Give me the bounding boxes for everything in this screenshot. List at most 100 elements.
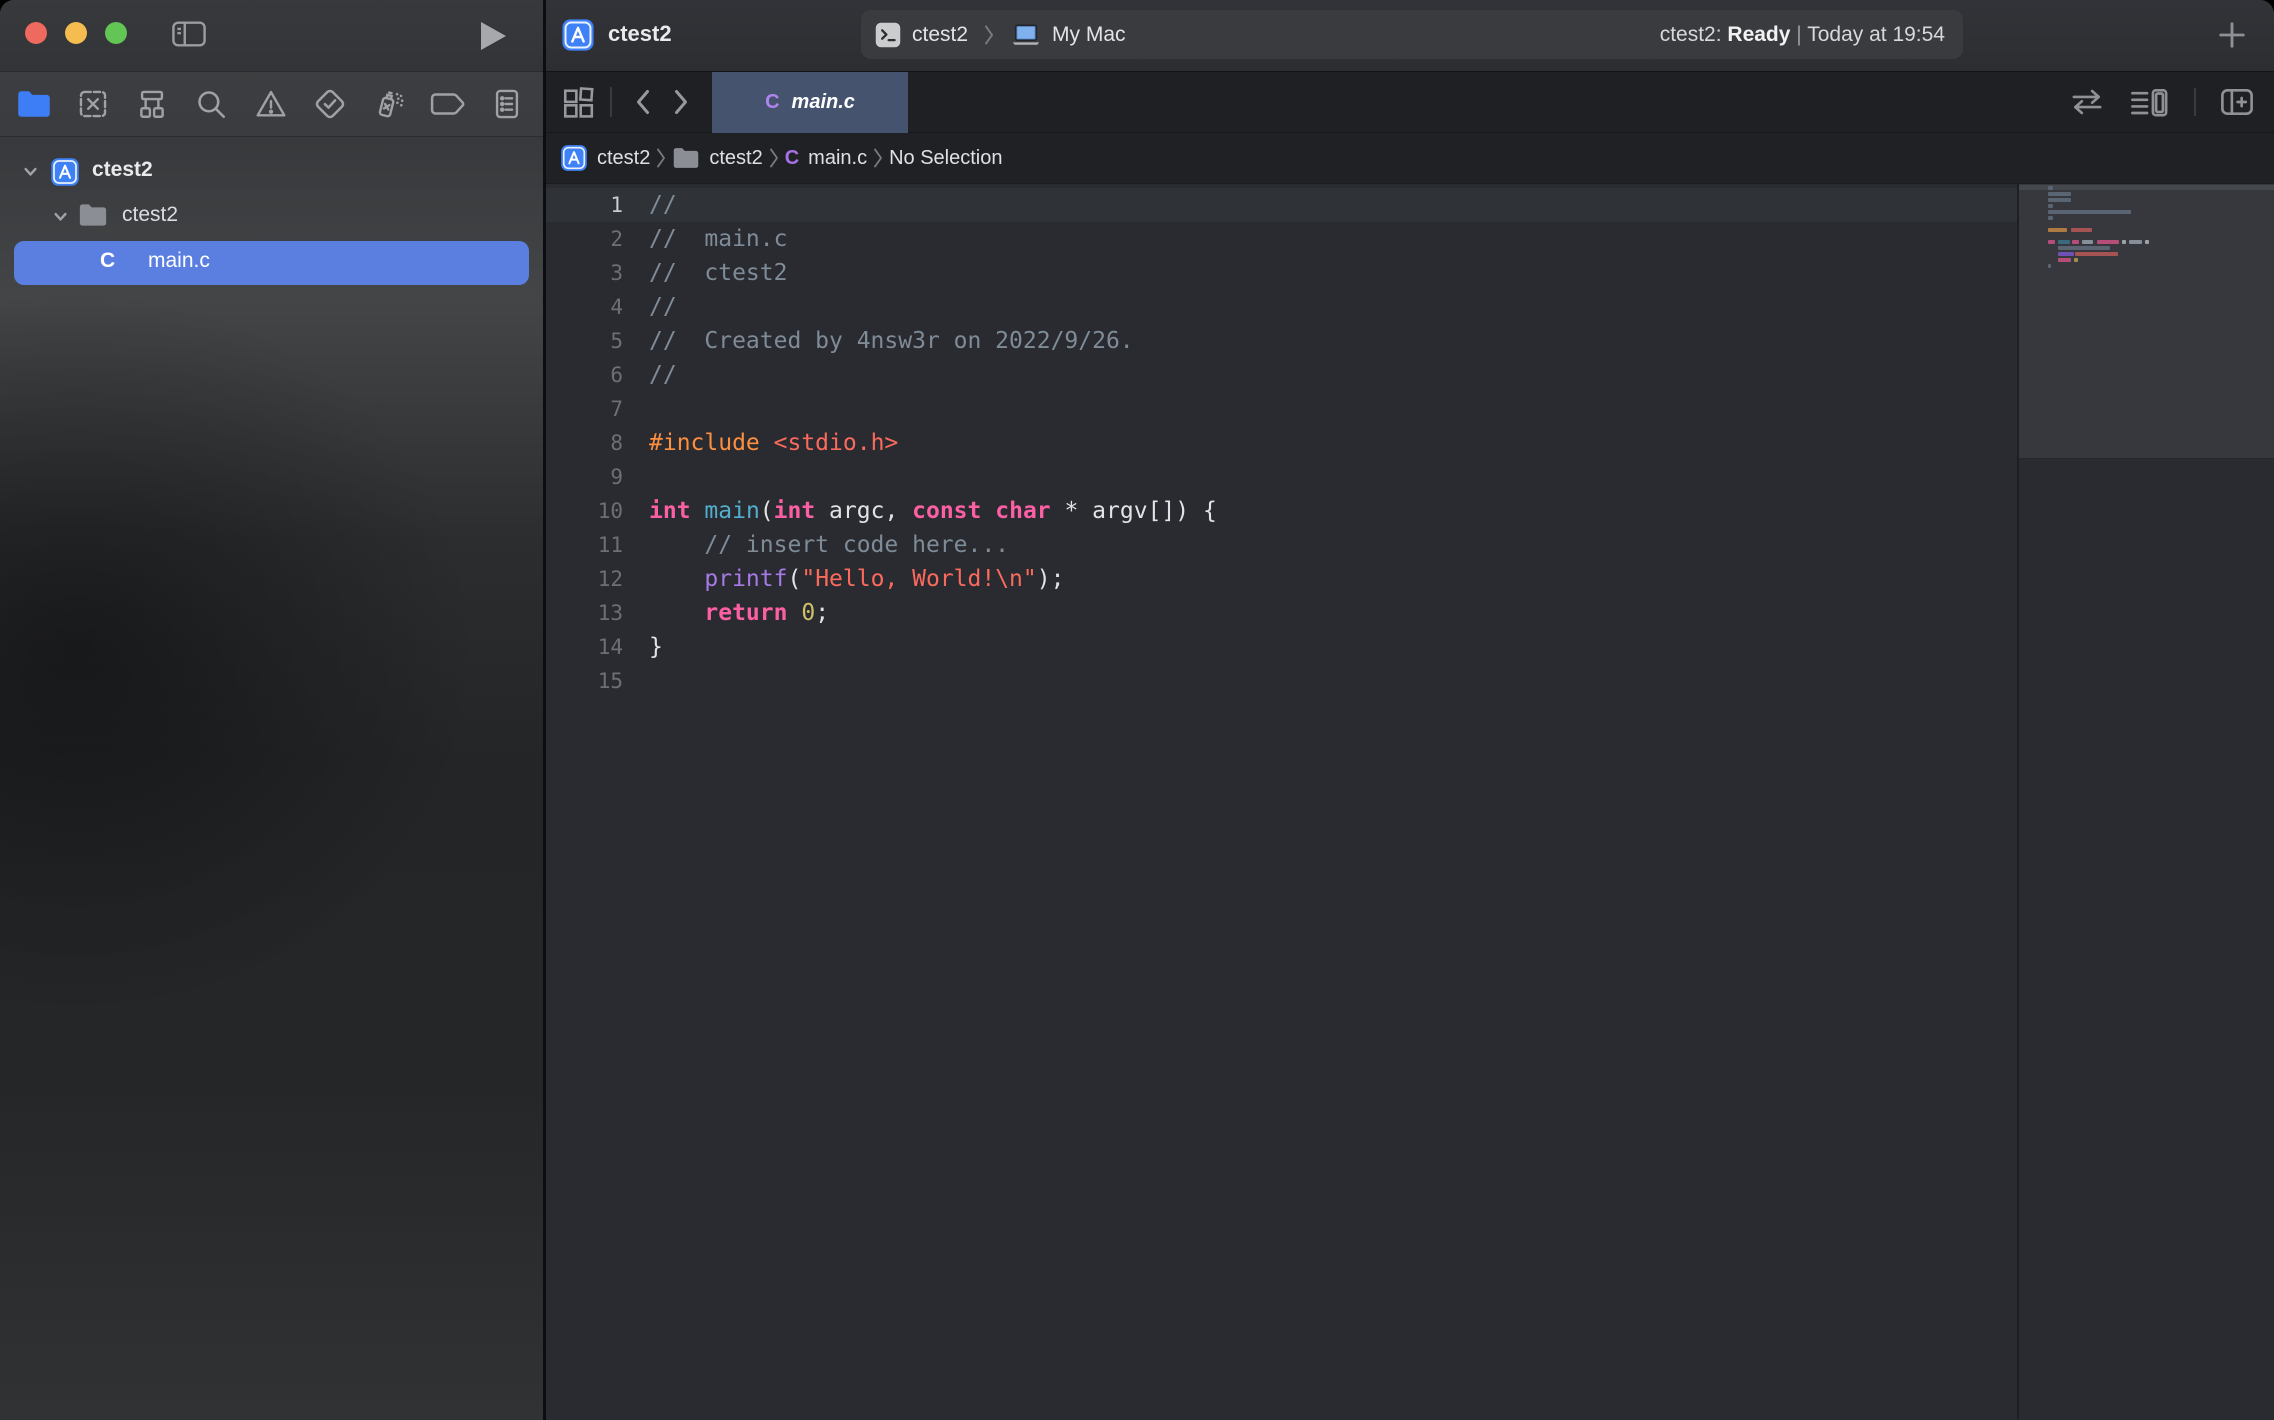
- minimap[interactable]: [2017, 184, 2274, 1420]
- test-navigator-tab[interactable]: [310, 84, 350, 124]
- debug-navigator-tab[interactable]: [369, 84, 409, 124]
- code-line[interactable]: 4//: [546, 290, 2017, 324]
- c-file-icon: C: [100, 249, 115, 273]
- line-number[interactable]: 13: [546, 596, 623, 630]
- editor-controls: [2068, 84, 2256, 120]
- scheme-and-activity-chip[interactable]: ctest2 My Mac ctest2: Re: [861, 10, 1963, 59]
- code-line[interactable]: 15: [546, 664, 2017, 698]
- line-number[interactable]: 7: [546, 392, 623, 426]
- minimap-line: [2048, 264, 2051, 268]
- tab-main-c[interactable]: C main.c: [712, 72, 908, 133]
- code-line[interactable]: 8#include <stdio.h>: [546, 426, 2017, 460]
- tree-item-project-ctest2[interactable]: ctest2: [0, 149, 543, 194]
- breakpoint-navigator-tab[interactable]: [428, 84, 468, 124]
- c-file-icon: C: [785, 147, 799, 170]
- source-editor[interactable]: 1//2// main.c3// ctest24//5// Created by…: [546, 184, 2274, 1420]
- code-line[interactable]: 5// Created by 4nsw3r on 2022/9/26.: [546, 324, 2017, 358]
- code-line[interactable]: 14}: [546, 630, 2017, 664]
- window-project-title: ctest2: [608, 21, 672, 47]
- line-number[interactable]: 9: [546, 460, 623, 494]
- xcode-window: ctest2 ctest2 C main.c: [0, 0, 2274, 1420]
- code-area[interactable]: 1//2// main.c3// ctest24//5// Created by…: [546, 184, 2017, 698]
- code-line[interactable]: 6//: [546, 358, 2017, 392]
- chevron-right-icon: [654, 147, 668, 169]
- symbol-navigator-tab[interactable]: [132, 84, 172, 124]
- issue-navigator-tab[interactable]: [251, 84, 291, 124]
- breakpoint-tag-icon: [429, 89, 467, 119]
- code-line[interactable]: 10int main(int argc, const char * argv[]…: [546, 494, 2017, 528]
- code-line[interactable]: 9: [546, 460, 2017, 494]
- code-line[interactable]: 1//: [546, 188, 2017, 222]
- line-number[interactable]: 4: [546, 290, 623, 324]
- related-items-grid-icon[interactable]: [560, 84, 596, 120]
- magnifier-icon: [194, 87, 228, 121]
- code-line[interactable]: 3// ctest2: [546, 256, 2017, 290]
- run-button[interactable]: [478, 20, 508, 52]
- box-x-icon: [76, 87, 110, 121]
- code-line[interactable]: 7: [546, 392, 2017, 426]
- find-navigator-tab[interactable]: [191, 84, 231, 124]
- breadcrumb-label: ctest2: [709, 147, 762, 170]
- minimap-line: [2048, 186, 2053, 190]
- breadcrumb-selection[interactable]: No Selection: [889, 147, 1002, 170]
- add-editor-icon[interactable]: [2218, 84, 2256, 120]
- minimap-line: [2058, 246, 2110, 250]
- zoom-window-button[interactable]: [105, 22, 127, 44]
- code-line[interactable]: 12 printf("Hello, World!\n");: [546, 562, 2017, 596]
- c-file-icon: C: [765, 91, 779, 114]
- tree-item-label: ctest2: [122, 203, 178, 227]
- breadcrumb-project[interactable]: ctest2: [560, 144, 650, 172]
- diamond-check-icon: [312, 86, 348, 122]
- chevron-down-icon[interactable]: [22, 163, 39, 180]
- tree-item-group-ctest2[interactable]: ctest2: [0, 194, 543, 239]
- line-number[interactable]: 14: [546, 630, 623, 664]
- spray-can-icon: [371, 86, 407, 122]
- code-line[interactable]: 13 return 0;: [546, 596, 2017, 630]
- project-navigator-tab[interactable]: [14, 84, 54, 124]
- line-number[interactable]: 5: [546, 324, 623, 358]
- tree-item-main-c-selected[interactable]: C main.c: [14, 241, 529, 285]
- forward-chevron-icon[interactable]: [668, 87, 694, 117]
- xcode-project-icon: [560, 144, 588, 172]
- xcode-project-icon: [50, 157, 80, 187]
- laptop-icon: [1010, 22, 1042, 48]
- chevron-down-icon[interactable]: [52, 208, 69, 225]
- report-navigator-tab[interactable]: [487, 84, 527, 124]
- breadcrumb-group[interactable]: ctest2: [672, 146, 762, 170]
- minimize-window-button[interactable]: [65, 22, 87, 44]
- minimap-background: [2019, 184, 2274, 459]
- editor-options-icon[interactable]: [2128, 84, 2172, 120]
- line-number[interactable]: 15: [546, 664, 623, 698]
- line-number[interactable]: 12: [546, 562, 623, 596]
- line-number[interactable]: 2: [546, 222, 623, 256]
- close-window-button[interactable]: [25, 22, 47, 44]
- tab-label: main.c: [792, 91, 855, 114]
- line-number[interactable]: 1: [546, 188, 623, 222]
- navigator-tab-bar: [0, 71, 543, 137]
- line-number[interactable]: 11: [546, 528, 623, 562]
- code-review-swap-icon[interactable]: [2068, 85, 2106, 119]
- run-destination: My Mac: [1052, 23, 1126, 47]
- chevron-right-icon: [767, 147, 781, 169]
- line-number[interactable]: 6: [546, 358, 623, 392]
- status-timestamp: Today at 19:54: [1807, 23, 1945, 46]
- status-project: ctest2:: [1660, 23, 1722, 46]
- minimap-line: [2048, 228, 2092, 232]
- scheme-selector[interactable]: ctest2 My Mac: [861, 21, 1126, 49]
- line-number[interactable]: 8: [546, 426, 623, 460]
- code-line[interactable]: 2// main.c: [546, 222, 2017, 256]
- line-number[interactable]: 3: [546, 256, 623, 290]
- status-divider: |: [1796, 23, 1801, 46]
- sidebar-toggle-icon[interactable]: [170, 17, 208, 51]
- editor-tab-bar: C main.c: [546, 71, 2274, 132]
- source-control-navigator-tab[interactable]: [73, 84, 113, 124]
- tree-item-label: main.c: [148, 249, 210, 273]
- line-number[interactable]: 10: [546, 494, 623, 528]
- library-add-button[interactable]: [2214, 17, 2250, 53]
- divider: [610, 87, 612, 117]
- report-list-icon: [490, 87, 524, 121]
- back-chevron-icon[interactable]: [630, 87, 656, 117]
- breadcrumb-file[interactable]: C main.c: [785, 147, 867, 170]
- activity-status[interactable]: ctest2: Ready | Today at 19:54: [1660, 23, 1963, 47]
- code-line[interactable]: 11 // insert code here...: [546, 528, 2017, 562]
